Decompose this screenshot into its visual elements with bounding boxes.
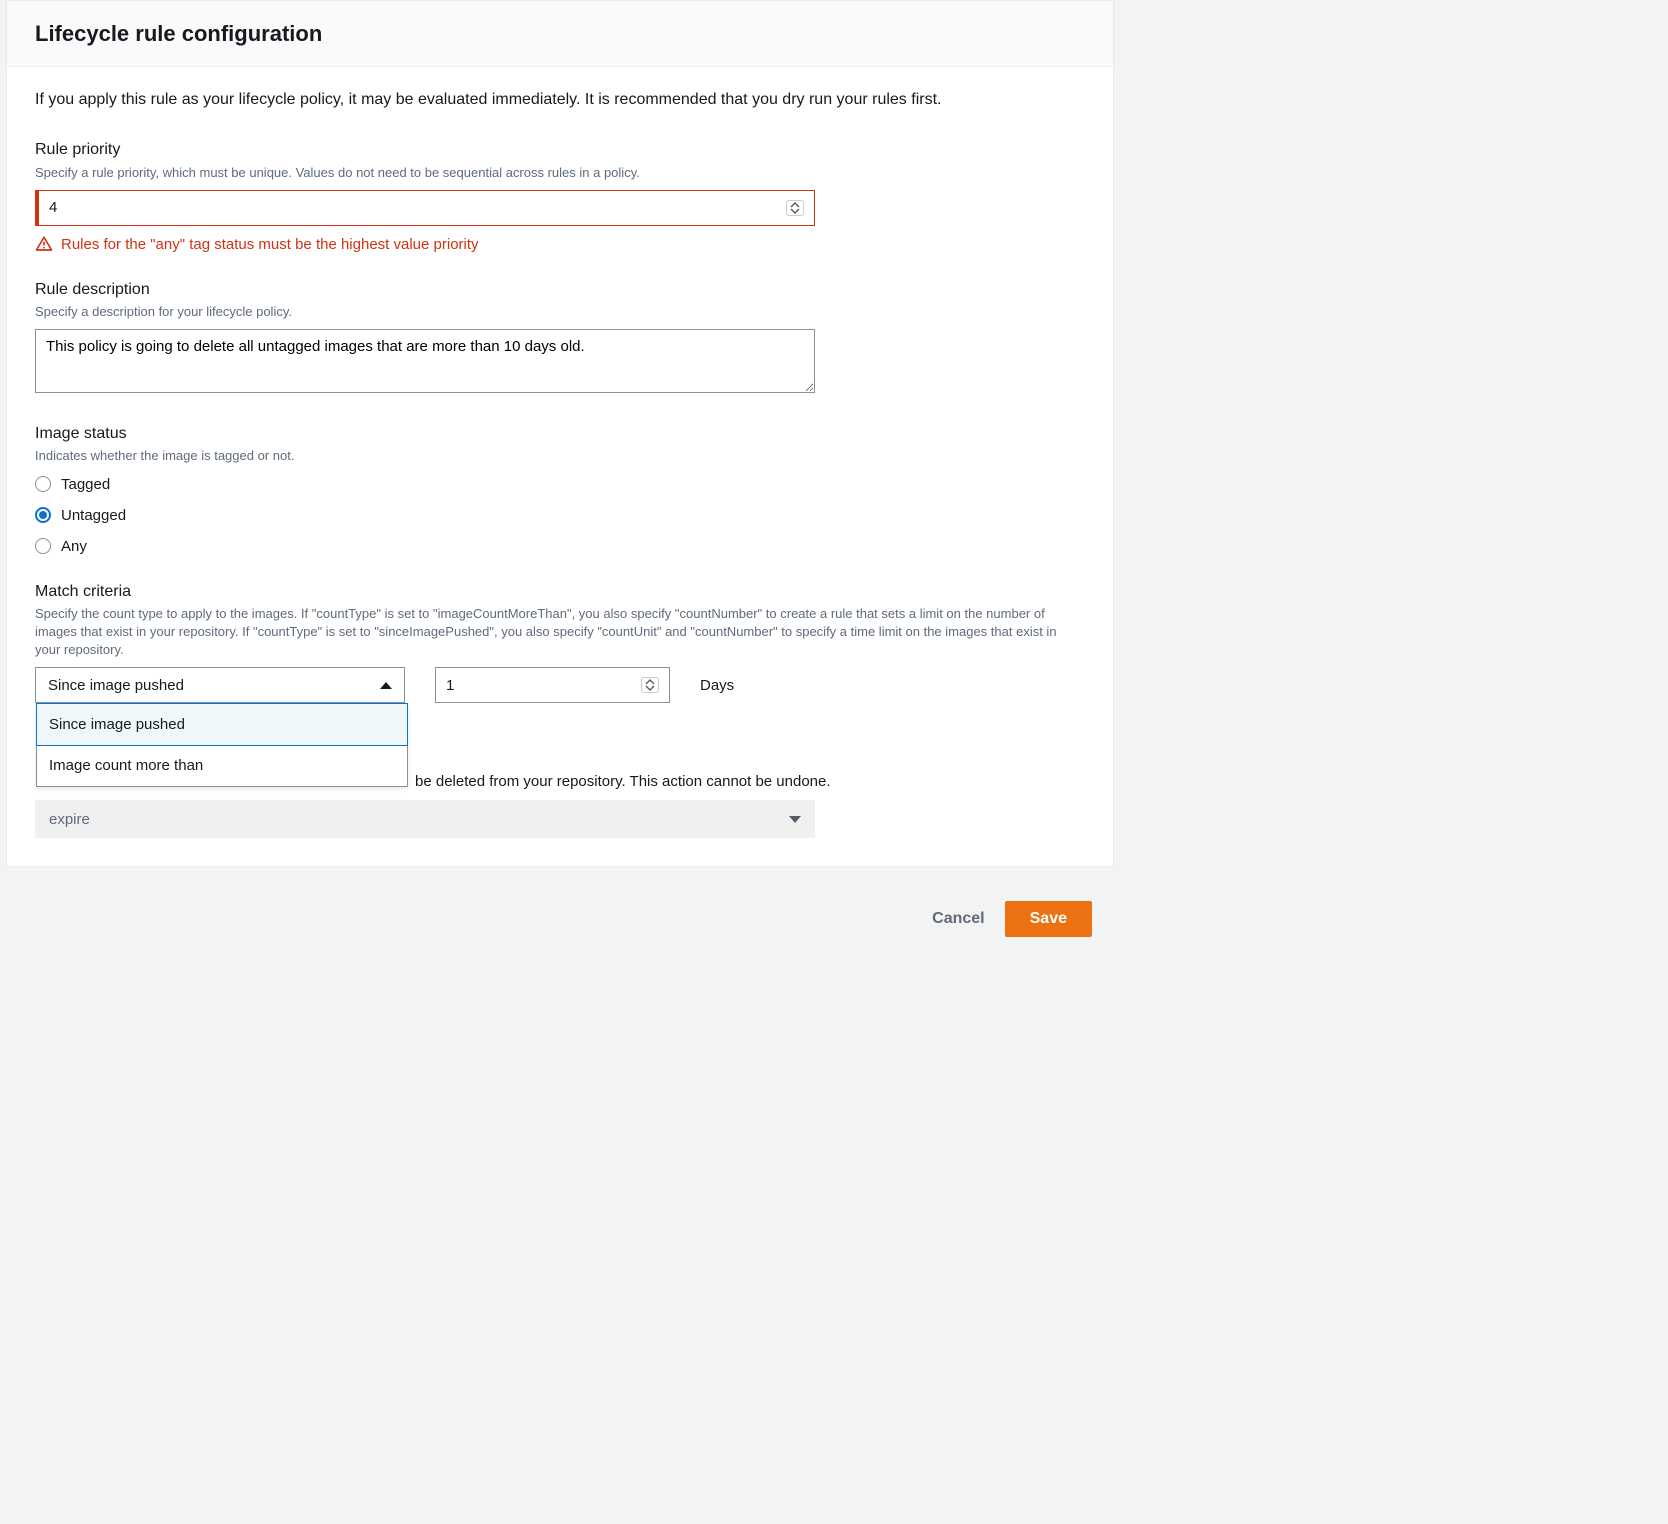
radio-icon [35,476,51,492]
image-status-field: Image status Indicates whether the image… [35,423,1085,557]
count-type-value: Since image pushed [48,675,184,696]
radio-any[interactable]: Any [35,536,1085,557]
image-status-radio-group: Tagged Untagged Any [35,474,1085,557]
rule-description-input[interactable] [35,329,815,393]
rule-action-select[interactable]: expire [35,800,815,838]
count-number-input[interactable]: 1 [435,667,670,703]
number-stepper-icon[interactable] [786,200,804,216]
dropdown-option-image-count[interactable]: Image count more than [37,745,407,786]
match-criteria-label: Match criteria [35,581,1085,603]
rule-description-field: Rule description Specify a description f… [35,279,1085,399]
image-status-label: Image status [35,423,1085,445]
match-criteria-hint: Specify the count type to apply to the i… [35,605,1085,660]
rule-action-hint-suffix: be deleted from your repository. This ac… [415,771,1085,792]
intro-text: If you apply this rule as your lifecycle… [35,89,1085,111]
chevron-down-icon [789,816,801,823]
card-body: If you apply this rule as your lifecycle… [7,67,1113,867]
rule-description-label: Rule description [35,279,1085,301]
match-criteria-row: Since image pushed Since image pushed Im… [35,667,1085,703]
cancel-button[interactable]: Cancel [932,910,984,928]
lifecycle-rule-card: Lifecycle rule configuration If you appl… [6,0,1114,867]
rule-priority-label: Rule priority [35,139,1085,161]
rule-priority-field: Rule priority Specify a rule priority, w… [35,139,1085,255]
rule-priority-value: 4 [49,197,57,218]
radio-label-untagged: Untagged [61,505,126,526]
rule-action-value: expire [49,809,90,830]
image-status-hint: Indicates whether the image is tagged or… [35,447,1085,465]
radio-icon [35,507,51,523]
card-header: Lifecycle rule configuration [7,1,1113,67]
count-unit-label: Days [700,675,734,696]
chevron-up-icon [380,682,392,689]
rule-description-hint: Specify a description for your lifecycle… [35,303,1085,321]
save-button[interactable]: Save [1005,901,1092,937]
footer-actions: Cancel Save [0,887,1120,957]
dropdown-option-since-pushed[interactable]: Since image pushed [36,703,408,746]
radio-label-tagged: Tagged [61,474,110,495]
page-title: Lifecycle rule configuration [35,19,1085,50]
radio-tagged[interactable]: Tagged [35,474,1085,495]
rule-priority-error: Rules for the "any" tag status must be t… [35,234,1085,255]
radio-label-any: Any [61,536,87,557]
error-text: Rules for the "any" tag status must be t… [61,234,479,255]
count-type-select[interactable]: Since image pushed Since image pushed Im… [35,667,405,703]
rule-priority-input[interactable]: 4 [35,190,815,226]
radio-untagged[interactable]: Untagged [35,505,1085,526]
count-type-dropdown: Since image pushed Image count more than [36,704,408,787]
match-criteria-field: Match criteria Specify the count type to… [35,581,1085,704]
number-stepper-icon[interactable] [641,677,659,693]
count-number-value: 1 [446,675,454,696]
rule-priority-hint: Specify a rule priority, which must be u… [35,164,1085,182]
warning-icon [35,235,53,253]
radio-icon [35,538,51,554]
